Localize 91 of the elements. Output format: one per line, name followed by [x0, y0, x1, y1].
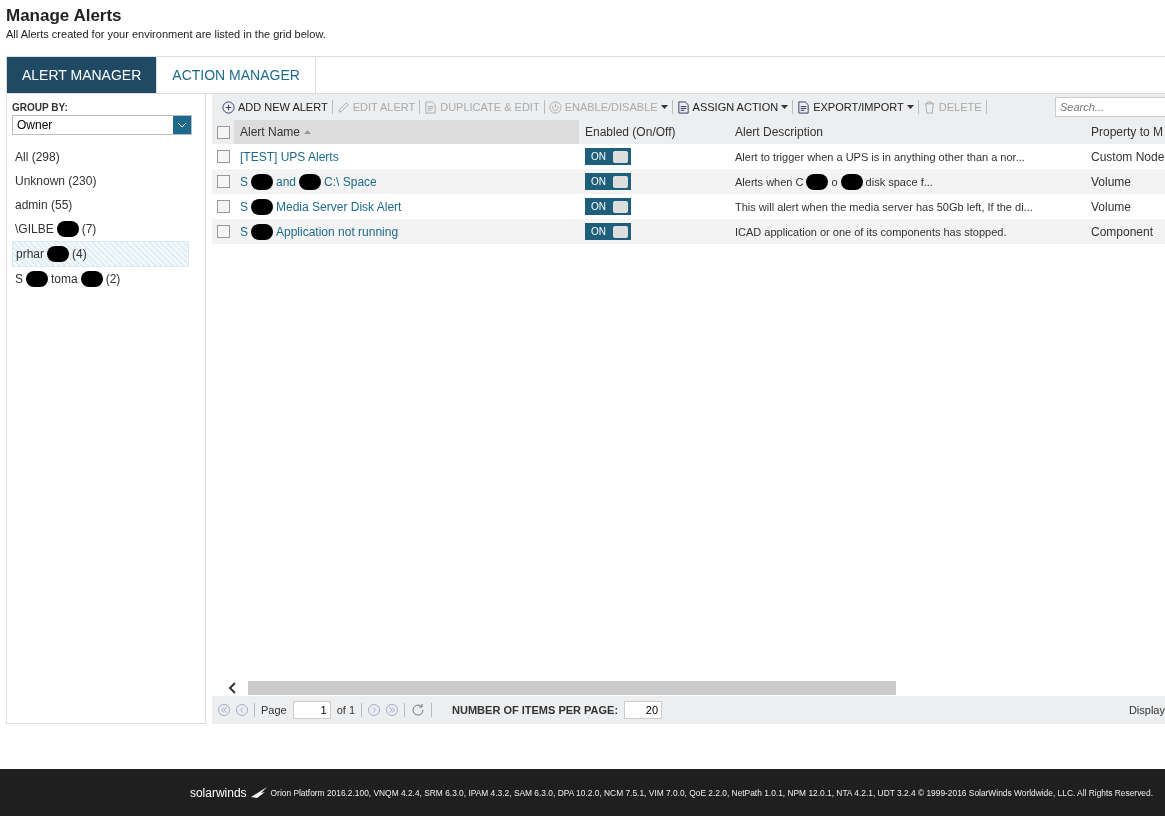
search-field[interactable]: Search... [1055, 97, 1165, 117]
column-header[interactable]: Alert Name [234, 120, 579, 144]
on-off-toggle[interactable]: ON [585, 173, 631, 190]
row-checkbox[interactable] [216, 200, 230, 213]
table-cell: Custom Node [1091, 149, 1164, 164]
page-label: Page [261, 704, 287, 716]
redaction-mark [26, 271, 48, 287]
page-input[interactable]: 1 [292, 701, 331, 719]
refresh-icon[interactable] [411, 703, 426, 717]
previous-page-icon[interactable] [236, 704, 248, 716]
redaction-mark [299, 173, 322, 190]
page-title: Manage Alerts [6, 6, 123, 26]
pencil-icon [336, 100, 350, 114]
trash-icon [922, 100, 936, 114]
group-item[interactable]: admin (55) [12, 193, 189, 217]
redaction-mark [47, 246, 69, 262]
caret-icon [781, 105, 789, 109]
first-page-icon[interactable] [218, 704, 230, 716]
alert-name-link[interactable]: S [240, 174, 248, 189]
alert-name-link[interactable]: and [276, 174, 297, 189]
document-icon [797, 100, 811, 114]
table-cell: Volume [1091, 199, 1132, 214]
on-off-toggle[interactable]: ON [585, 223, 631, 240]
toolbar-button[interactable]: ADD NEW ALERT [218, 100, 332, 114]
redaction-mark [251, 198, 273, 215]
alert-name-link[interactable]: [TEST] UPS Alerts [240, 149, 339, 164]
footer-text: Orion Platform 2016.2.100, VNQM 4.2.4, SRM 6.3.0, IPAM 4.3.2, SAM 6.3.0, DPA 10.2.0, NCM 7.5.1, VIM 7.0.0, QoE 2.2.0, NetPath 1.0.1, NPM 12.0.1, NTA 4.2.1, UDT 3.2.4 © 1999-2016 SolarWinds Worldwide, LLC. All Rights Reserved. [270, 787, 1153, 798]
alert-description: This will alert when the media server has 50Gb left, If the di... [735, 200, 1033, 213]
group-item-row[interactable]: prhar (4) [12, 241, 189, 267]
group-item-row[interactable]: S toma (2) [12, 267, 189, 291]
group-item-text: (2) [105, 272, 121, 286]
table-cell: Volume [1091, 174, 1132, 189]
group-item-row[interactable]: \GILBE (7) [12, 217, 189, 241]
group-item[interactable]: All (298) [12, 145, 189, 169]
sort-up-icon [304, 130, 312, 134]
group-item-text: \GILBE [15, 222, 54, 236]
alert-name-link[interactable]: Media Server Disk Alert [276, 199, 402, 214]
next-page-icon[interactable] [368, 704, 381, 716]
horizontal-scrollbar[interactable] [212, 680, 1165, 696]
redaction-mark [251, 173, 273, 190]
group-item-text: prhar [16, 247, 44, 261]
alert-description: Alerts when C [735, 175, 804, 188]
document-icon [676, 100, 690, 114]
chevron-down-icon [177, 122, 187, 128]
logo: solarwinds [189, 785, 247, 800]
redaction-mark [80, 271, 103, 287]
tab[interactable]: ALERT MANAGER [7, 57, 158, 93]
redaction-mark [56, 221, 79, 237]
display-label: Display [1128, 704, 1165, 716]
toolbar-button[interactable]: EXPORT/IMPORT [793, 100, 918, 114]
bird-icon [250, 786, 267, 799]
column-header[interactable]: Enabled (On/Off) [579, 120, 729, 144]
row-checkbox[interactable] [216, 225, 230, 238]
last-page-icon[interactable] [386, 704, 399, 716]
toolbar-button[interactable]: ASSIGN ACTION [672, 100, 793, 114]
caret-icon [660, 105, 668, 109]
group-item[interactable]: Unknown (230) [12, 169, 189, 193]
group-item-text: (4) [72, 247, 87, 261]
redaction-mark [840, 173, 863, 190]
caret-icon [906, 105, 914, 109]
group-by-dropdown[interactable]: Owner [12, 115, 192, 135]
plus-icon [222, 100, 235, 114]
group-by-label: GROUP BY: [12, 102, 69, 113]
group-item-text: toma [51, 272, 78, 286]
group-item-text: S [15, 272, 23, 286]
column-header[interactable]: Property to M [1085, 120, 1164, 144]
redaction-mark [806, 173, 829, 190]
column-header[interactable]: Alert Description [729, 120, 1085, 144]
alert-name-link[interactable]: S [240, 199, 248, 214]
alert-name-link[interactable]: C:\ Space [324, 174, 377, 189]
alert-description: ICAD application or one of its components has stopped. [735, 225, 1007, 238]
on-off-toggle[interactable]: ON [585, 148, 631, 165]
page-subtitle: All Alerts created for your environment are listed in the grid below. [6, 28, 327, 40]
alert-description: o [831, 175, 838, 188]
group-item-text: (7) [81, 222, 97, 236]
items-per-page-input[interactable]: 20 [624, 701, 663, 719]
alert-name-link[interactable]: S [240, 224, 248, 239]
alert-name-link[interactable]: Application not running [276, 224, 399, 239]
table-cell: Component [1091, 224, 1154, 239]
document-icon [424, 100, 438, 114]
page-count: of 1 [336, 704, 356, 716]
alert-description: Alert to trigger when a UPS is in anything other than a nor... [735, 150, 1025, 163]
items-per-page-label: NUMBER OF ITEMS PER PAGE: [452, 704, 619, 716]
alert-description: disk space f... [865, 175, 933, 188]
redaction-mark [251, 223, 273, 240]
row-checkbox[interactable] [216, 150, 230, 163]
chevron-left-icon[interactable] [228, 682, 238, 694]
row-checkbox[interactable] [216, 175, 230, 188]
on-off-toggle[interactable]: ON [585, 198, 631, 215]
select-all-checkbox[interactable] [216, 125, 230, 139]
power-icon [548, 100, 562, 114]
